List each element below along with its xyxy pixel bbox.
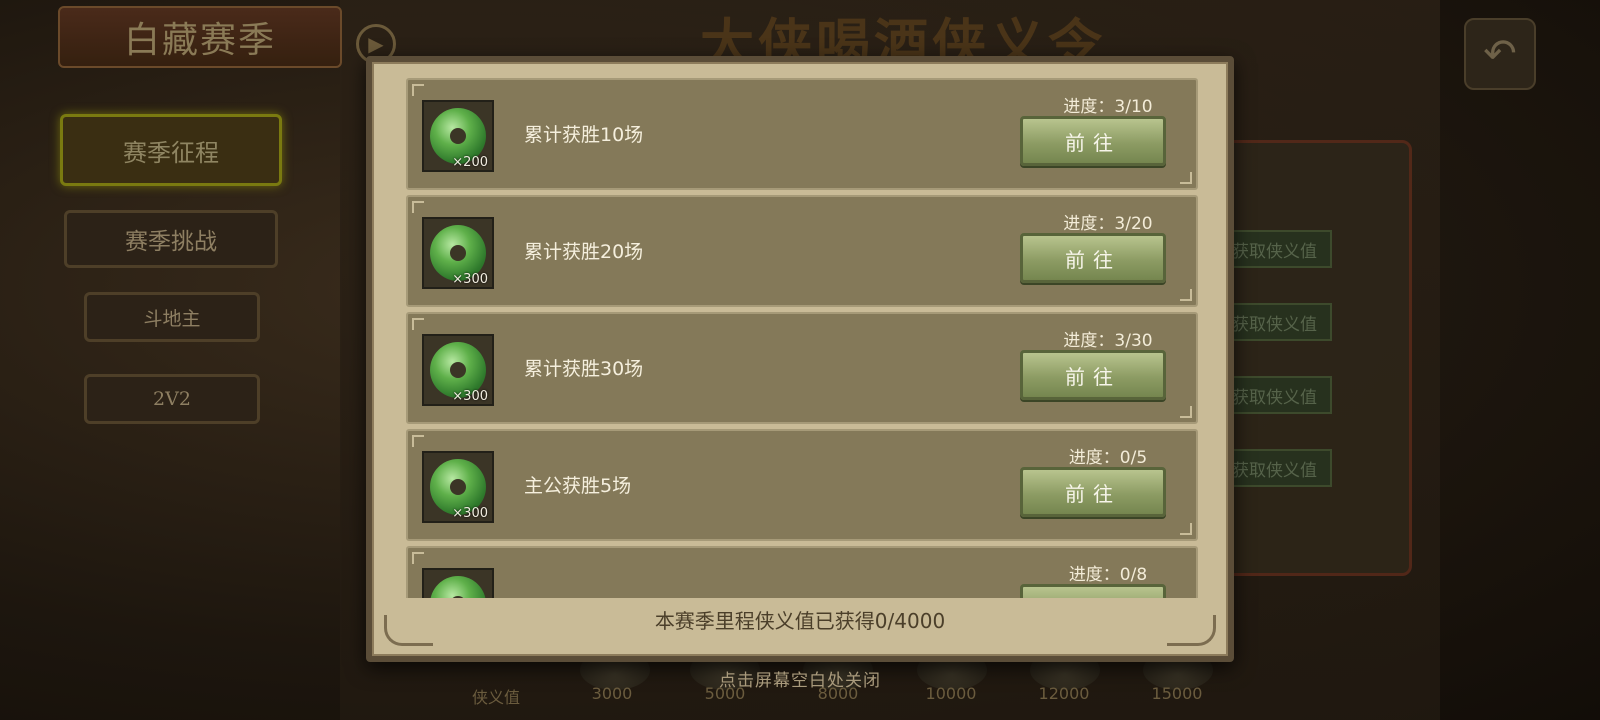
task-progress: 进度：3/30 <box>1063 331 1153 351</box>
nav-doudizhu[interactable]: 斗地主 <box>84 292 260 342</box>
task-row: ×200 累计获胜10场 进度：3/10 前往 <box>406 78 1198 190</box>
task-modal: ×200 累计获胜10场 进度：3/10 前往 ×300 累计获胜20场 进度：… <box>366 56 1234 662</box>
back-arrow-icon[interactable]: ↶ <box>1464 18 1536 90</box>
go-button[interactable]: 前往 <box>1020 584 1166 598</box>
nav-2v2[interactable]: 2V2 <box>84 374 260 424</box>
reward-item-slot[interactable]: ×300 <box>422 451 494 523</box>
season-title: 白藏赛季 <box>58 6 342 68</box>
reward-quantity: ×300 <box>452 272 488 287</box>
reward-quantity: ×300 <box>452 389 488 404</box>
go-button[interactable]: 前往 <box>1020 350 1166 400</box>
event-title: 大侠喝酒侠义令 <box>700 12 1106 60</box>
reward-item-slot[interactable]: ×300 <box>422 217 494 289</box>
task-list[interactable]: ×200 累计获胜10场 进度：3/10 前往 ×300 累计获胜20场 进度：… <box>406 78 1198 598</box>
reward-item-slot[interactable]: ×300 <box>422 334 494 406</box>
nav-season-challenge[interactable]: 赛季挑战 <box>64 210 278 268</box>
task-row: 进度：0/8 前往 <box>406 546 1198 598</box>
task-row: ×300 累计获胜20场 进度：3/20 前往 <box>406 195 1198 307</box>
get-xiayi-button[interactable]: 获取侠义值 <box>1228 303 1332 341</box>
reward-quantity: ×200 <box>452 155 488 170</box>
season-xiayi-total: 本赛季里程侠义值已获得0/4000 <box>654 609 946 633</box>
reward-item-slot[interactable]: ×200 <box>422 100 494 172</box>
get-xiayi-button[interactable]: 获取侠义值 <box>1228 449 1332 487</box>
task-progress: 进度：0/8 <box>1068 565 1148 585</box>
go-button[interactable]: 前往 <box>1020 116 1166 166</box>
reward-quantity: ×300 <box>452 506 488 521</box>
close-hint[interactable]: 点击屏幕空白处关闭 <box>0 666 1600 691</box>
task-name: 主公获胜5场 <box>524 475 632 497</box>
task-name: 累计获胜10场 <box>524 124 644 146</box>
task-name: 累计获胜30场 <box>524 358 644 380</box>
reward-scroll-panel <box>1206 140 1412 576</box>
task-row: ×300 累计获胜30场 进度：3/30 前往 <box>406 312 1198 424</box>
task-progress: 进度：0/5 <box>1068 448 1148 468</box>
get-xiayi-button[interactable]: 获取侠义值 <box>1228 230 1332 268</box>
reward-item-slot[interactable] <box>422 568 494 598</box>
task-name: 累计获胜20场 <box>524 241 644 263</box>
jade-coin-icon <box>430 576 486 598</box>
task-progress: 进度：3/20 <box>1063 214 1153 234</box>
go-button[interactable]: 前往 <box>1020 233 1166 283</box>
get-xiayi-button[interactable]: 获取侠义值 <box>1228 376 1332 414</box>
go-button[interactable]: 前往 <box>1020 467 1166 517</box>
task-row: ×300 主公获胜5场 进度：0/5 前往 <box>406 429 1198 541</box>
task-progress: 进度：3/10 <box>1063 97 1153 117</box>
nav-season-journey[interactable]: 赛季征程 <box>60 114 282 186</box>
